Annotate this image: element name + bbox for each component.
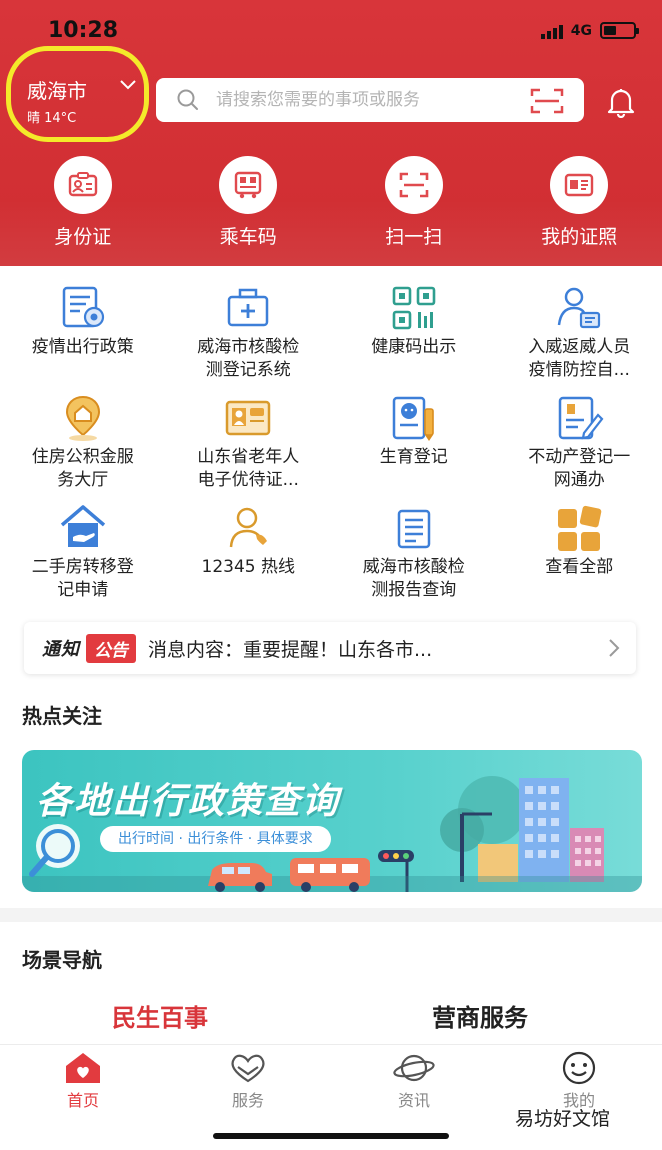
service-item[interactable]: 山东省老年人 电子优待证... [166, 392, 332, 502]
service-label: 住房公积金服 务大厅 [31, 447, 134, 490]
scan-icon [384, 156, 443, 214]
tab-business-services[interactable]: 营商服务 [432, 998, 528, 1033]
quick-scan[interactable]: 扫一扫 [331, 156, 497, 256]
notice-bar[interactable]: 通知 公告 消息内容：重要提醒！山东各市... [24, 622, 636, 674]
planet-icon [393, 1054, 435, 1082]
quick-certificate[interactable]: 我的证照 [497, 156, 662, 256]
tab-news[interactable]: 资讯 [364, 1051, 464, 1111]
search-input[interactable] [216, 78, 516, 122]
notice-text: 消息内容：重要提醒！山东各市... [148, 638, 433, 661]
service-item[interactable]: 入威返威人员 疫情防控自... [497, 282, 662, 392]
service-item[interactable]: 健康码出示 [331, 282, 497, 392]
quick-label: 身份证 [54, 226, 112, 248]
edit-doc-icon [553, 392, 605, 444]
service-label: 入威返威人员 疫情防控自... [528, 337, 631, 380]
battery-icon [600, 22, 639, 39]
hotline-icon [222, 502, 274, 554]
quick-label: 我的证照 [541, 226, 618, 248]
signal-icon [540, 23, 563, 39]
app-header: 10:28 4G 威海市 晴 14°C 请搜索您需要的事项或服务 身份证 乘车码… [0, 0, 662, 266]
scan-button-icon[interactable] [530, 87, 564, 115]
service-label: 威海市核酸检 测登记系统 [197, 337, 300, 380]
service-item[interactable]: 不动产登记一 网通办 [497, 392, 662, 502]
status-indicators: 4G [540, 22, 639, 39]
home-indicator[interactable] [213, 1133, 449, 1139]
tab-label: 资讯 [397, 1091, 430, 1110]
service-item[interactable]: 疫情出行政策 [0, 282, 166, 392]
hot-topics-title: 热点关注 [22, 704, 102, 728]
watermark-text: 易坊好文馆 [515, 1108, 611, 1130]
quick-label: 扫一扫 [385, 226, 443, 248]
tab-service[interactable]: 服务 [198, 1051, 298, 1111]
all-apps-icon [553, 502, 605, 554]
id-card-icon [53, 156, 112, 214]
certificate-icon [550, 156, 609, 214]
service-label: 山东省老年人 电子优待证... [197, 447, 300, 490]
tab-home[interactable]: 首页 [33, 1051, 133, 1111]
city-name: 威海市 [27, 79, 87, 103]
service-label: 查看全部 [545, 557, 614, 577]
service-item[interactable]: 住房公积金服 务大厅 [0, 392, 166, 502]
service-label: 威海市核酸检 测报告查询 [362, 557, 465, 600]
bus-code-icon [219, 156, 278, 214]
service-grid: 疫情出行政策 威海市核酸检 测登记系统 健康码出示 入威返威人员 疫情防控自..… [0, 282, 662, 612]
house-pin-icon [57, 392, 109, 444]
baby-register-icon [388, 392, 440, 444]
announcement-badge: 公告 [86, 633, 136, 663]
tab-mine[interactable]: 我的 [529, 1051, 629, 1111]
service-label: 12345 热线 [201, 557, 295, 577]
qr-code-icon [388, 282, 440, 334]
home-icon [66, 1053, 100, 1083]
service-label: 疫情出行政策 [31, 337, 134, 357]
service-item[interactable]: 生育登记 [331, 392, 497, 502]
network-label: 4G [570, 22, 592, 39]
medical-kit-icon [222, 282, 274, 334]
policy-doc-icon [57, 282, 109, 334]
search-icon [177, 89, 198, 110]
service-item[interactable]: 二手房转移登 记申请 [0, 502, 166, 612]
quick-actions: 身份证 乘车码 扫一扫 我的证照 [0, 156, 662, 256]
tab-label: 服务 [231, 1091, 264, 1110]
tab-label: 首页 [66, 1091, 99, 1110]
service-item[interactable]: 12345 热线 [166, 502, 332, 612]
service-item[interactable]: 威海市核酸检 测登记系统 [166, 282, 332, 392]
city-selector[interactable]: 威海市 晴 14°C [6, 46, 149, 142]
quick-id-card[interactable]: 身份证 [0, 156, 166, 256]
banner-title: 各地出行政策查询 [36, 781, 341, 822]
bell-icon[interactable] [604, 86, 638, 118]
service-item[interactable]: 威海市核酸检 测报告查询 [331, 502, 497, 612]
tab-livelihood[interactable]: 民生百事 [112, 998, 208, 1033]
smiley-icon [562, 1051, 596, 1085]
service-label: 二手房转移登 记申请 [31, 557, 134, 600]
report-icon [388, 502, 440, 554]
quick-bus-code[interactable]: 乘车码 [166, 156, 332, 256]
search-box[interactable] [156, 78, 584, 122]
weather-text: 晴 14°C [27, 111, 77, 126]
notice-tag: 通知 [42, 639, 80, 660]
banner-subtitle: 出行时间 · 出行条件 · 具体要求 [100, 826, 331, 852]
chevron-down-icon [120, 80, 136, 90]
elder-card-icon [222, 392, 274, 444]
scene-nav-title: 场景导航 [22, 948, 102, 972]
status-time: 10:28 [48, 18, 119, 43]
heart-hands-icon [231, 1054, 265, 1083]
person-card-icon [553, 282, 605, 334]
service-item[interactable]: 查看全部 [497, 502, 662, 612]
house-hand-icon [57, 502, 109, 554]
service-label: 生育登记 [379, 447, 448, 467]
service-label: 健康码出示 [371, 337, 457, 357]
chevron-right-icon [609, 639, 620, 657]
travel-policy-banner[interactable]: 各地出行政策查询 出行时间 · 出行条件 · 具体要求 [22, 750, 642, 892]
quick-label: 乘车码 [219, 226, 277, 248]
service-label: 不动产登记一 网通办 [528, 447, 631, 490]
section-divider [0, 908, 662, 922]
